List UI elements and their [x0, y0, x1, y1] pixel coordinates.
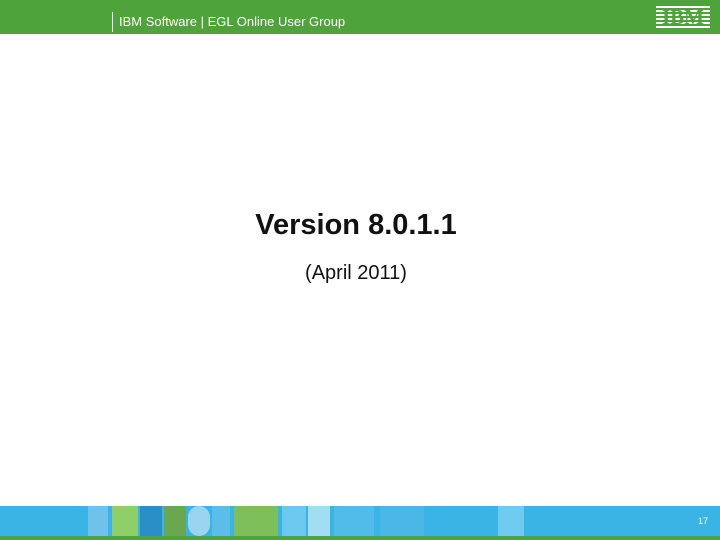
footer-tile — [308, 506, 330, 536]
footer-photo-silhouettes — [234, 506, 278, 536]
footer-tile — [88, 506, 108, 536]
slide-title: Version 8.0.1.1 — [255, 209, 457, 241]
header-divider — [112, 12, 113, 32]
footer-photo-people — [112, 506, 138, 536]
footer-tile — [212, 506, 230, 536]
footer-photo-leaves — [164, 506, 186, 536]
page-number: 17 — [697, 516, 708, 526]
footer-tile — [498, 506, 524, 536]
header-title: IBM Software | EGL Online User Group — [119, 14, 346, 29]
footer-tile — [282, 506, 306, 536]
footer-tile — [334, 506, 374, 536]
footer-photo-globe — [188, 506, 210, 536]
footer-photo-grid — [140, 506, 162, 536]
ibm-logo-text: IBM — [662, 6, 704, 28]
footer-tile — [380, 506, 424, 536]
footer-bar: 17 — [0, 506, 720, 540]
slide-subtitle: (April 2011) — [305, 262, 407, 284]
footer-green-band — [0, 536, 720, 540]
header-bar: IBM Software | EGL Online User Group IBM — [0, 0, 720, 34]
ibm-logo: IBM — [656, 6, 710, 28]
